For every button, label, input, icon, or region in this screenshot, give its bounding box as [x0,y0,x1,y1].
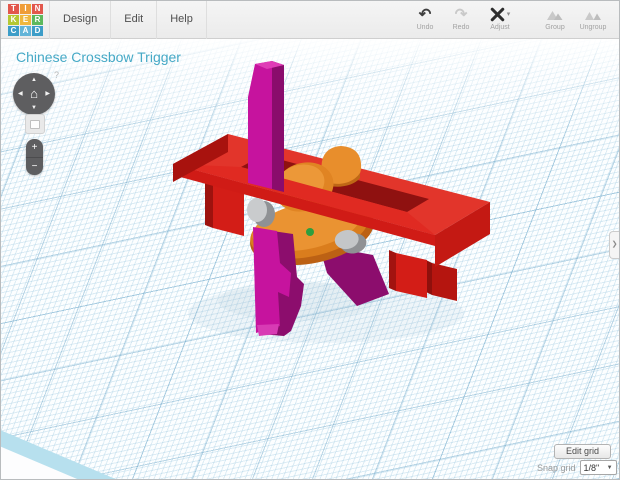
rotate-up-icon[interactable]: ▲ [31,77,37,83]
dropdown-arrow-icon: ▼ [606,464,613,471]
logo-tile: A [20,26,31,36]
group-button[interactable]: Group [537,4,573,32]
workplane-icon [30,119,40,129]
logo-tile: N [32,4,43,14]
app-window: T I N K E R C A D Design Edit Help ↶ Und… [0,0,620,480]
ungroup-button[interactable]: Ungroup [573,4,613,32]
parts-panel-handle[interactable]: ❯ [609,231,619,259]
trigger-blade[interactable] [248,61,284,192]
rotate-down-icon[interactable]: ▼ [31,105,37,111]
zoom-in-button[interactable]: + [26,139,43,158]
menu-help[interactable]: Help [157,1,207,39]
logo-tile: D [32,26,43,36]
snap-grid-value: 1/8" [583,462,600,473]
group-shapes-icon [547,10,563,20]
logo-tile: E [20,15,31,25]
logo-tile: T [8,4,19,14]
orbit-pad[interactable]: ▲ ▼ ◀ ▶ ⌂ [13,73,55,115]
home-view-icon[interactable]: ⌂ [13,86,55,101]
ungroup-shapes-icon [585,11,601,20]
logo-tile: K [8,15,19,25]
chevron-down-icon: ▾ [506,11,511,18]
adjust-label: Adjust [490,24,510,31]
group-label: Group [545,24,565,31]
zoom-out-button[interactable]: − [26,158,43,176]
edit-grid-button[interactable]: Edit grid [554,444,611,459]
pivot-dot [306,228,314,236]
redo-button[interactable]: ↷ Redo [443,4,479,32]
menu-design[interactable]: Design [50,1,112,39]
redo-arrow-icon: ↷ [454,6,468,23]
snap-grid-dropdown[interactable]: 1/8" ▼ [579,460,617,475]
viewport-canvas[interactable]: Chinese Crossbow Trigger ▲ ▼ ◀ ▶ ⌂ ? + −… [1,39,619,479]
fit-view-button[interactable] [25,114,45,134]
model-crossbow-trigger[interactable] [1,39,619,479]
toolbar: ↶ Undo ↷ Redo ▾ Adjust Group Ungroup [407,4,613,32]
adjust-button[interactable]: ▾ Adjust [479,4,521,32]
adjust-tools-icon [490,7,505,21]
main-menu: Design Edit Help [49,1,207,39]
tinkercad-logo[interactable]: T I N K E R C A D [8,4,43,36]
snap-grid-control: Snap grid 1/8" ▼ [537,460,617,475]
ungroup-label: Ungroup [579,24,607,31]
logo-tile: C [8,26,19,36]
zoom-control: + − [26,139,43,175]
undo-button[interactable]: ↶ Undo [407,4,443,32]
menu-edit[interactable]: Edit [111,1,158,39]
axle-pin-left[interactable] [247,198,275,227]
logo-tile: I [20,4,31,14]
top-menu-bar: T I N K E R C A D Design Edit Help ↶ Und… [1,1,619,39]
logo-tile: R [32,15,43,25]
page-title: Chinese Crossbow Trigger [16,49,181,65]
nav-help-icon[interactable]: ? [54,70,59,80]
snap-grid-label: Snap grid [537,462,576,473]
undo-arrow-icon: ↶ [418,6,432,23]
undo-label: Undo [416,24,434,31]
redo-label: Redo [452,24,470,31]
